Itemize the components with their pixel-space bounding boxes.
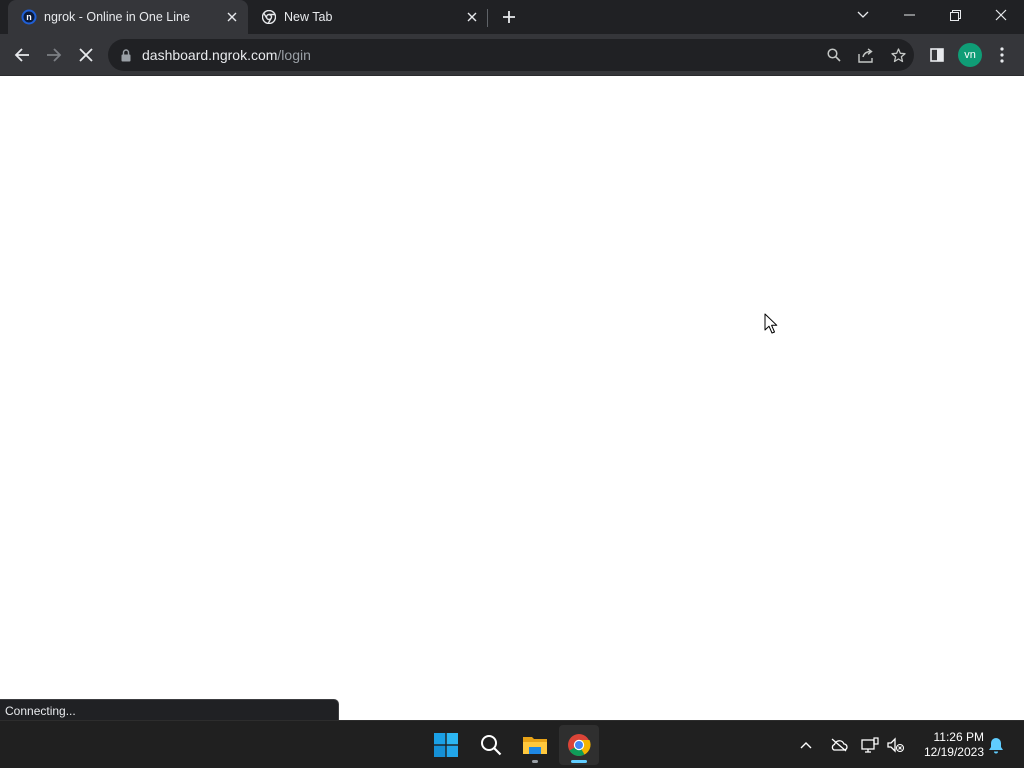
stop-loading-button[interactable]: [72, 41, 100, 69]
url-text: dashboard.ngrok.com/login: [142, 47, 311, 63]
plus-icon: [503, 11, 515, 23]
side-panel-button[interactable]: [923, 41, 951, 69]
tab-title: ngrok - Online in One Line: [44, 10, 190, 24]
tab-ngrok[interactable]: n ngrok - Online in One Line: [8, 0, 248, 34]
tab-close-icon[interactable]: [463, 8, 481, 26]
start-button[interactable]: [426, 725, 466, 765]
show-hidden-icons-button[interactable]: [795, 735, 817, 755]
url-path: /login: [277, 47, 311, 63]
side-panel-icon: [930, 48, 944, 62]
tab-separator: [487, 9, 488, 27]
close-icon: [79, 48, 93, 62]
restore-icon: [949, 9, 961, 21]
volume-muted-icon[interactable]: [885, 735, 907, 755]
tab-new-tab[interactable]: New Tab: [248, 0, 488, 34]
arrow-right-icon: [47, 48, 62, 62]
new-tab-button[interactable]: [498, 6, 520, 28]
tab-strip: n ngrok - Online in One Line New Tab: [0, 0, 1024, 34]
url-host: dashboard.ngrok.com: [142, 47, 278, 63]
file-explorer-icon: [523, 737, 547, 754]
search-button[interactable]: [471, 725, 511, 765]
share-icon[interactable]: [856, 45, 876, 65]
clock-date: 12/19/2023: [923, 745, 984, 759]
kebab-menu-icon: [1000, 47, 1004, 63]
chevron-down-icon: [857, 11, 869, 18]
restore-button[interactable]: [933, 0, 977, 30]
tab-search-button[interactable]: [841, 0, 885, 30]
tab-title: New Tab: [284, 10, 333, 24]
address-bar[interactable]: dashboard.ngrok.com/login: [108, 39, 914, 71]
mouse-cursor-icon: [764, 313, 778, 334]
clock-time: 11:26 PM: [933, 730, 984, 744]
profile-avatar[interactable]: vn: [958, 43, 982, 67]
svg-text:n: n: [26, 12, 32, 22]
taskbar: 11:26 PM 12/19/2023: [0, 720, 1024, 768]
close-icon: [995, 9, 1007, 21]
status-bubble: Connecting...: [0, 699, 339, 720]
minimize-button[interactable]: [887, 0, 931, 30]
chrome-taskbar-button[interactable]: [559, 725, 599, 765]
running-indicator: [532, 760, 538, 763]
ngrok-favicon-icon: n: [21, 9, 37, 25]
menu-button[interactable]: [988, 41, 1016, 69]
active-indicator: [571, 760, 587, 763]
page-content: [0, 77, 1024, 720]
browser-toolbar: dashboard.ngrok.com/login vn: [0, 34, 1024, 76]
system-clock[interactable]: 11:26 PM 12/19/2023: [914, 730, 984, 760]
chrome-icon: [568, 734, 591, 756]
screen: n ngrok - Online in One Line New Tab das…: [0, 0, 1024, 768]
arrow-left-icon: [14, 48, 29, 62]
onedrive-icon[interactable]: [828, 735, 850, 755]
close-window-button[interactable]: [979, 0, 1023, 30]
windows-start-icon: [434, 733, 458, 757]
network-icon[interactable]: [859, 735, 881, 755]
lock-icon[interactable]: [119, 47, 133, 63]
minimize-icon: [903, 14, 915, 16]
search-icon: [481, 735, 502, 756]
tab-close-icon[interactable]: [223, 8, 241, 26]
back-button[interactable]: [8, 41, 36, 69]
chevron-up-icon: [800, 742, 812, 749]
notification-bell-icon[interactable]: [985, 735, 1007, 755]
zoom-search-icon[interactable]: [824, 45, 844, 65]
chrome-icon: [261, 9, 277, 25]
star-icon[interactable]: [888, 45, 908, 65]
forward-button[interactable]: [40, 41, 68, 69]
file-explorer-button[interactable]: [515, 725, 555, 765]
